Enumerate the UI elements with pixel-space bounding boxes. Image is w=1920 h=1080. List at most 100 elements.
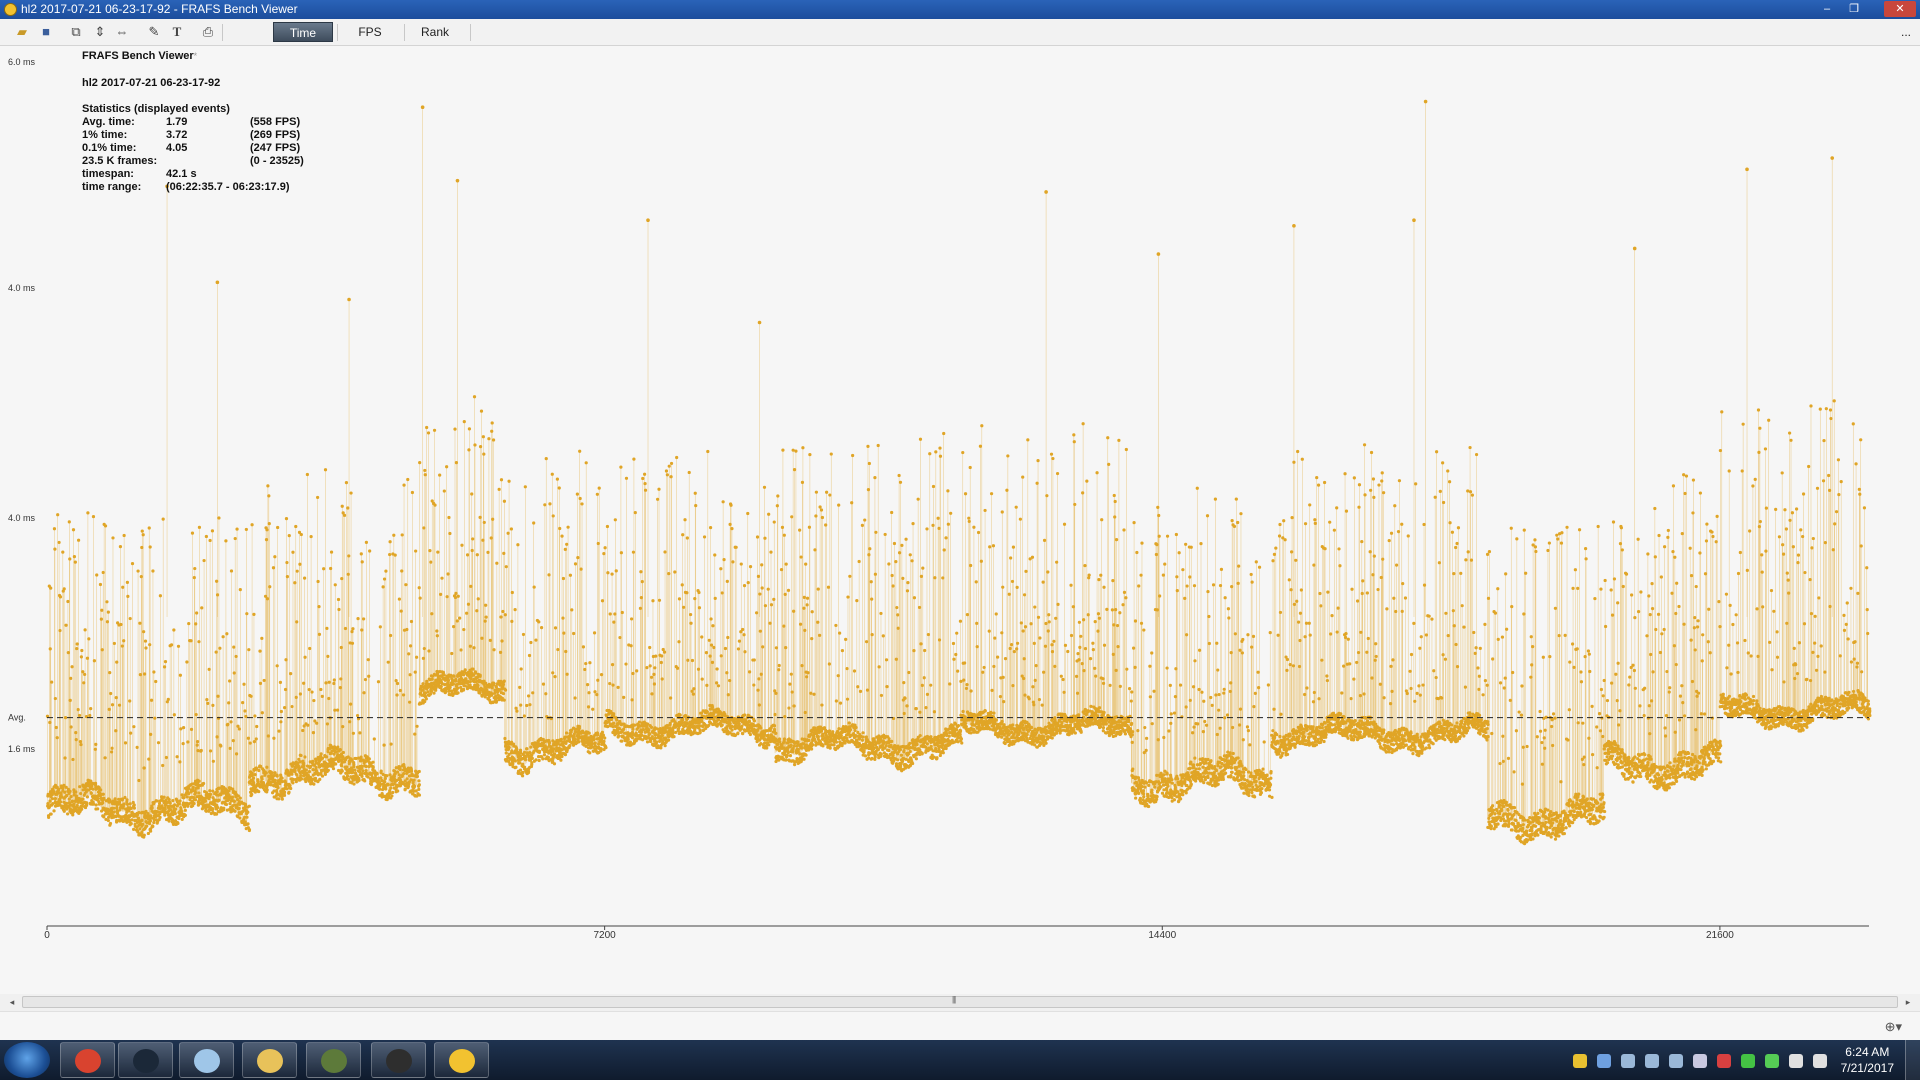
frame-point bbox=[148, 545, 152, 549]
wrench-icon[interactable]: ✎ bbox=[146, 24, 162, 40]
frame-point bbox=[61, 550, 65, 554]
frame-point bbox=[398, 767, 402, 772]
frame-point bbox=[528, 703, 532, 707]
frame-point bbox=[469, 676, 473, 680]
frame-point bbox=[241, 700, 245, 705]
frame-point bbox=[141, 533, 145, 537]
fit-horizontal-icon[interactable]: ⇔ bbox=[114, 24, 130, 40]
frame-point bbox=[596, 733, 600, 737]
frame-point bbox=[192, 575, 196, 580]
frame-point bbox=[298, 760, 302, 764]
frame-point bbox=[193, 798, 198, 802]
copy-icon[interactable]: ⧉ bbox=[68, 24, 84, 40]
frame-point bbox=[600, 730, 604, 735]
frame-point bbox=[405, 627, 409, 632]
frame-point bbox=[428, 692, 433, 696]
frame-point bbox=[382, 577, 387, 581]
toolbar-separator bbox=[222, 24, 223, 41]
frame-point bbox=[526, 694, 531, 698]
frame-point bbox=[429, 560, 433, 564]
frame-point bbox=[494, 699, 498, 703]
frame-point bbox=[266, 484, 270, 488]
frame-point bbox=[356, 617, 360, 621]
frame-point bbox=[322, 567, 326, 571]
frame-point bbox=[591, 707, 595, 711]
frame-point bbox=[76, 538, 81, 542]
frame-point bbox=[389, 742, 393, 746]
frame-point bbox=[140, 545, 144, 550]
frame-point bbox=[194, 622, 198, 626]
toolbar-overflow-button[interactable]: ... bbox=[1896, 22, 1916, 42]
frame-point bbox=[267, 778, 272, 782]
frame-point bbox=[639, 570, 643, 574]
fit-vertical-icon[interactable]: ⇕ bbox=[92, 24, 108, 40]
frame-point bbox=[265, 528, 269, 532]
close-button[interactable]: ✕ bbox=[1884, 1, 1916, 17]
frame-point bbox=[79, 791, 83, 796]
print-icon[interactable]: ⎙ bbox=[200, 24, 216, 40]
frame-point bbox=[445, 595, 449, 599]
frame-point bbox=[329, 550, 334, 554]
frame-point bbox=[284, 517, 289, 521]
save-icon[interactable]: ■ bbox=[38, 24, 54, 40]
frame-point bbox=[176, 821, 180, 825]
frame-point bbox=[323, 468, 328, 472]
frame-point bbox=[197, 791, 201, 795]
open-folder-icon[interactable]: ▰ bbox=[14, 24, 30, 40]
frame-point bbox=[480, 636, 484, 640]
frame-point bbox=[399, 609, 403, 613]
frame-point bbox=[324, 681, 328, 685]
frame-point bbox=[282, 790, 287, 794]
frame-point bbox=[167, 819, 171, 823]
frame-point bbox=[232, 671, 236, 675]
frame-point bbox=[307, 770, 312, 774]
tab-fps[interactable]: FPS bbox=[340, 22, 400, 42]
frame-point bbox=[185, 660, 189, 664]
restore-button[interactable]: ❐ bbox=[1843, 1, 1865, 17]
text-icon[interactable]: T bbox=[169, 24, 185, 40]
frame-point bbox=[479, 409, 484, 413]
frame-point bbox=[108, 823, 112, 827]
frame-point bbox=[610, 572, 614, 576]
frame-point bbox=[189, 639, 193, 643]
frame-point bbox=[250, 523, 254, 527]
window-title: hl2 2017-07-21 06-23-17-92 - FRAFS Bench… bbox=[21, 2, 298, 16]
frame-point bbox=[276, 525, 280, 530]
tab-time[interactable]: Time bbox=[273, 22, 333, 42]
frame-point bbox=[89, 706, 93, 711]
frame-point bbox=[78, 785, 82, 789]
frame-point bbox=[616, 685, 620, 689]
frame-point bbox=[610, 663, 615, 667]
frame-point bbox=[442, 489, 446, 493]
frame-point bbox=[499, 478, 504, 482]
frame-point bbox=[421, 656, 426, 660]
frame-point bbox=[376, 680, 381, 684]
frame-point bbox=[179, 727, 183, 731]
frame-point bbox=[295, 569, 299, 573]
frame-point bbox=[282, 793, 287, 797]
frame-point bbox=[534, 758, 538, 762]
frame-point bbox=[284, 658, 288, 662]
frame-point bbox=[93, 747, 97, 751]
frame-point bbox=[120, 644, 124, 648]
frame-point bbox=[172, 713, 176, 717]
frame-point bbox=[75, 803, 79, 808]
frame-point bbox=[486, 550, 490, 554]
frame-point bbox=[182, 796, 186, 800]
frame-point bbox=[190, 531, 195, 535]
frame-point bbox=[471, 537, 475, 541]
frame-point bbox=[587, 691, 591, 695]
frame-point bbox=[568, 573, 573, 577]
frame-point bbox=[110, 746, 114, 750]
tab-rank[interactable]: Rank bbox=[405, 22, 465, 42]
frame-point bbox=[310, 690, 314, 694]
frame-point bbox=[334, 762, 338, 766]
minimize-button[interactable]: – bbox=[1816, 1, 1838, 17]
frame-point bbox=[277, 797, 281, 801]
frame-point bbox=[519, 703, 523, 707]
frame-point bbox=[214, 650, 218, 654]
frame-point bbox=[337, 607, 341, 612]
frame-point bbox=[510, 590, 514, 595]
frame-point bbox=[215, 790, 219, 794]
frame-point bbox=[152, 820, 156, 825]
